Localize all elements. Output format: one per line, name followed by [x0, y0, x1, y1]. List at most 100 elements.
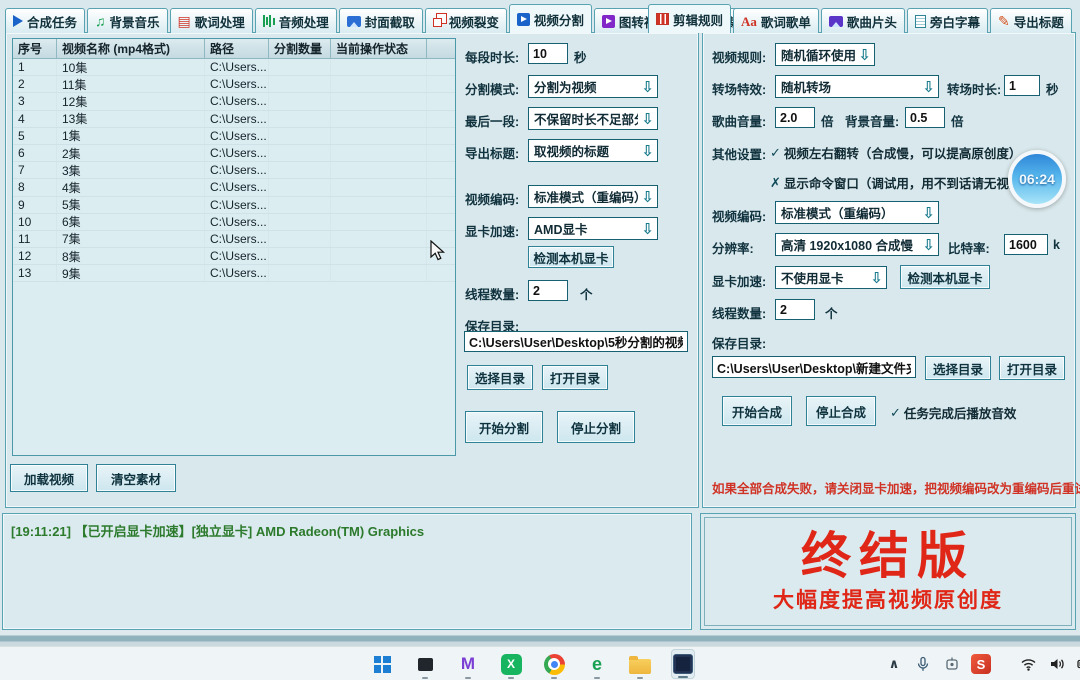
tab-label: 导出标题	[1014, 12, 1064, 31]
table-row[interactable]: 84集C:\Users...	[13, 179, 455, 196]
choose-dir-button[interactable]: 选择目录	[467, 365, 533, 390]
split-mode-select[interactable]: 分割为视频⇩	[528, 75, 658, 98]
table-row[interactable]: 211集C:\Users...	[13, 76, 455, 93]
start-compose-button[interactable]: 开始合成	[722, 396, 792, 426]
tab-background-music[interactable]: ♫背景音乐	[87, 8, 168, 33]
device-icon	[944, 656, 960, 672]
tray-device[interactable]	[942, 653, 962, 675]
detect-gpu-button[interactable]: 检测本机显卡	[528, 246, 614, 268]
col-status[interactable]: 当前操作状态	[331, 39, 427, 58]
table-row[interactable]: 110集C:\Users...	[13, 59, 455, 76]
song-volume-input[interactable]	[775, 107, 815, 128]
last-segment-select[interactable]: 不保留时长不足部分⇩	[528, 107, 658, 130]
save-dir-input[interactable]	[464, 331, 688, 352]
chevron-down-icon: ⇩	[638, 188, 657, 206]
compose-video-encode-select[interactable]: 标准模式（重编码）⇩	[775, 201, 939, 224]
taskbar-browser-e[interactable]: e	[585, 649, 609, 679]
transition-value: 随机转场	[781, 77, 919, 96]
mouse-cursor	[430, 240, 450, 262]
tab-audio-process[interactable]: 音频处理	[255, 8, 337, 33]
compose-save-dir-input[interactable]	[712, 356, 916, 378]
task-view-button[interactable]	[413, 649, 437, 679]
tray-volume[interactable]	[1047, 653, 1067, 675]
gpu-accel-select[interactable]: AMD显卡⇩	[528, 217, 658, 240]
chevron-down-icon: ⇩	[638, 220, 657, 238]
taskbar-app-icons: M X e	[370, 647, 695, 680]
tab-cover-capture[interactable]: 封面截取	[339, 8, 423, 33]
tab-compose-task[interactable]: 合成任务	[5, 8, 85, 33]
table-row[interactable]: 139集C:\Users...	[13, 265, 455, 282]
taskbar-chrome[interactable]	[542, 649, 566, 679]
table-row[interactable]: 117集C:\Users...	[13, 231, 455, 248]
segment-duration-input[interactable]	[528, 43, 568, 64]
transition-duration-input[interactable]	[1004, 75, 1040, 96]
table-row[interactable]: 73集C:\Users...	[13, 162, 455, 179]
video-table[interactable]: 序号 视频名称 (mp4格式) 路径 分割数量 当前操作状态 110集C:\Us…	[12, 38, 456, 456]
compose-thread-input[interactable]	[775, 299, 815, 320]
compose-detect-gpu-button[interactable]: 检测本机显卡	[900, 265, 990, 289]
video-encode-select[interactable]: 标准模式（重编码）⇩	[528, 185, 658, 208]
log-panel[interactable]: [19:11:21] 【已开启显卡加速】[独立显卡] AMD Radeon(TM…	[2, 513, 692, 630]
compose-choose-dir-button[interactable]: 选择目录	[925, 356, 991, 380]
tab-clip-rules[interactable]: 剪辑规则	[648, 4, 731, 33]
tab-video-split[interactable]: 视频分割	[509, 4, 592, 33]
lyrics-icon: ▤	[178, 14, 191, 28]
tab-video-fission[interactable]: 视频裂变	[425, 8, 507, 33]
last-segment-label: 最后一段:	[465, 111, 519, 130]
cmd-window-checkbox[interactable]: ✗显示命令窗口（调试用，用不到话请无视）	[770, 173, 1021, 192]
col-index[interactable]: 序号	[13, 39, 57, 58]
compose-save-dir-label: 保存目录:	[712, 333, 766, 352]
open-dir-button[interactable]: 打开目录	[542, 365, 608, 390]
pencil-icon: ✎	[998, 14, 1010, 28]
tray-microphone[interactable]	[913, 653, 933, 675]
table-row[interactable]: 128集C:\Users...	[13, 248, 455, 265]
tab-narration-subtitle[interactable]: 旁白字幕	[907, 8, 988, 33]
tab-lyrics-playlist[interactable]: Aa歌词歌单	[733, 8, 819, 33]
tray-overflow-button[interactable]: ∧	[884, 653, 904, 675]
tab-lyrics-process[interactable]: ▤歌词处理	[170, 8, 253, 33]
compose-gpu-select[interactable]: 不使用显卡⇩	[775, 266, 887, 289]
taskbar-app-m[interactable]: M	[456, 649, 480, 679]
col-count[interactable]: 分割数量	[269, 39, 331, 58]
floating-timer-widget[interactable]: 06:24	[1008, 150, 1066, 208]
tab-song-intro[interactable]: 歌曲片头	[821, 8, 905, 33]
bg-volume-input[interactable]	[905, 107, 945, 128]
export-title-select[interactable]: 取视频的标题⇩	[528, 139, 658, 162]
e-browser-icon: e	[592, 654, 602, 675]
compose-open-dir-button[interactable]: 打开目录	[999, 356, 1065, 380]
tray-sogou[interactable]: S	[971, 653, 991, 675]
taskbar-active-app[interactable]	[671, 649, 695, 679]
table-row[interactable]: 413集C:\Users...	[13, 111, 455, 128]
table-row[interactable]: 51集C:\Users...	[13, 128, 455, 145]
table-row[interactable]: 95集C:\Users...	[13, 197, 455, 214]
tab-export-title[interactable]: ✎ 导出标题	[990, 8, 1072, 33]
flip-checkbox[interactable]: ✓视频左右翻转（合成慢，可以提高原创度）	[770, 143, 1021, 162]
sound-on-finish-checkbox[interactable]: ✓任务完成后播放音效	[890, 403, 1016, 422]
chevron-down-icon: ⇩	[919, 236, 938, 254]
tray-battery[interactable]	[1076, 653, 1080, 675]
col-name[interactable]: 视频名称 (mp4格式)	[57, 39, 205, 58]
resolution-select[interactable]: 高清 1920x1080 合成慢⇩	[775, 233, 939, 256]
song-volume-unit: 倍	[821, 111, 834, 130]
cross-icon: ✗	[770, 175, 781, 191]
start-split-button[interactable]: 开始分割	[465, 411, 543, 443]
play-icon	[13, 15, 23, 27]
table-row[interactable]: 106集C:\Users...	[13, 214, 455, 231]
video-rule-select[interactable]: 随机循环使用⇩	[775, 43, 875, 66]
taskbar-app-x[interactable]: X	[499, 649, 523, 679]
bitrate-input[interactable]	[1004, 234, 1048, 255]
table-row[interactable]: 312集C:\Users...	[13, 93, 455, 110]
stop-compose-button[interactable]: 停止合成	[806, 396, 876, 426]
start-button[interactable]	[370, 649, 394, 679]
taskbar-file-explorer[interactable]	[628, 649, 652, 679]
col-path[interactable]: 路径	[205, 39, 269, 58]
cmd-window-label: 显示命令窗口（调试用，用不到话请无视）	[784, 173, 1022, 192]
table-row[interactable]: 62集C:\Users...	[13, 145, 455, 162]
clear-material-button[interactable]: 清空素材	[96, 464, 176, 492]
tray-wifi[interactable]	[1018, 653, 1038, 675]
stop-split-button[interactable]: 停止分割	[557, 411, 635, 443]
thread-count-input[interactable]	[528, 280, 568, 301]
transition-select[interactable]: 随机转场⇩	[775, 75, 939, 98]
load-video-button[interactable]: 加载视频	[10, 464, 88, 492]
main-tab-bar: 合成任务 ♫背景音乐 ▤歌词处理 音频处理 封面截取 视频裂变 视频分割 图转视…	[5, 4, 760, 33]
